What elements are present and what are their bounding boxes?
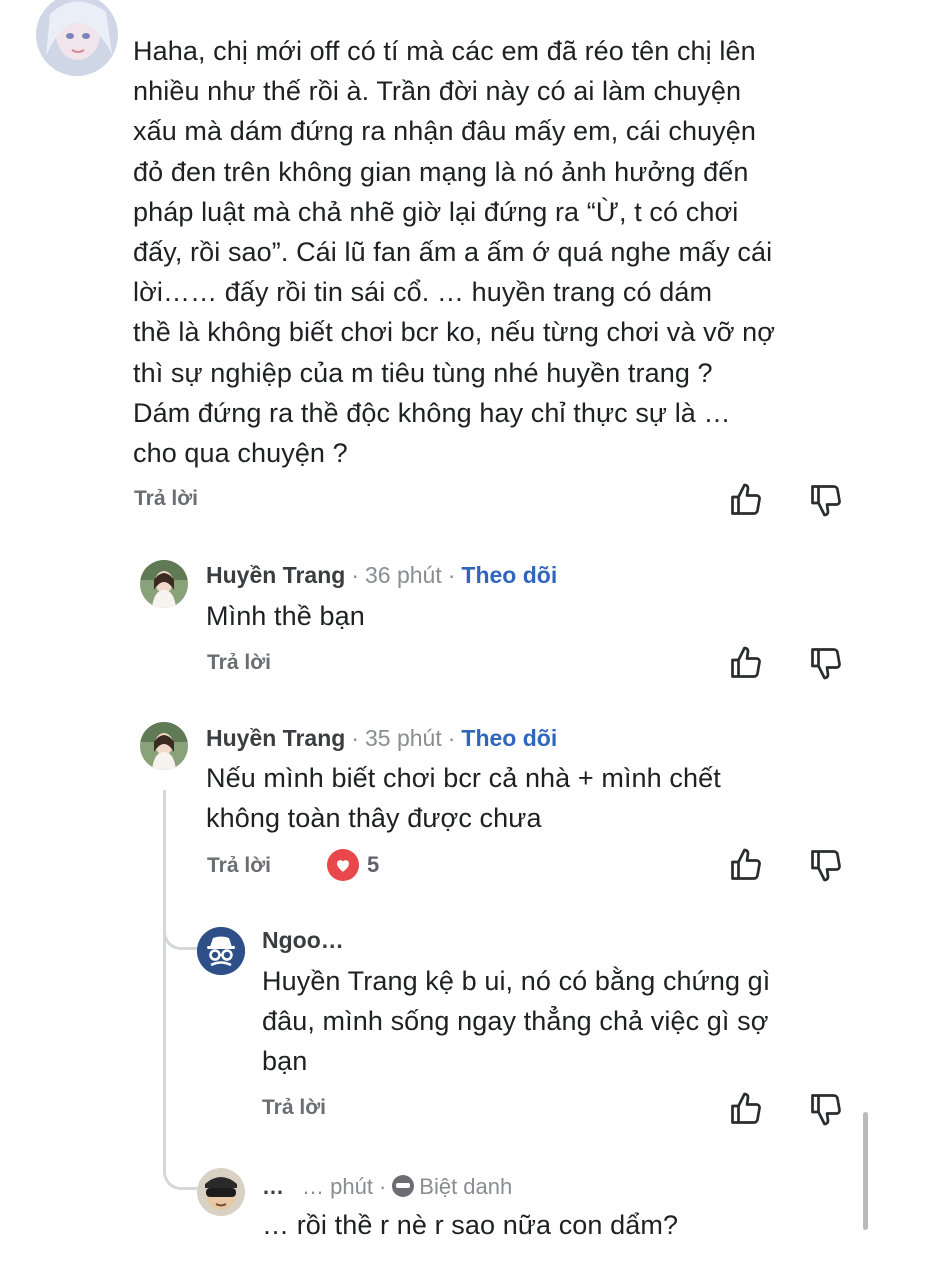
comment-line: nhiều như thế rồi à. Trần đời này có ai … xyxy=(133,76,742,107)
reply-button[interactable]: Trả lời xyxy=(134,487,198,511)
anonymous-avatar[interactable] xyxy=(197,927,245,975)
reply-avatar[interactable] xyxy=(140,560,188,608)
comment-line: không toàn thây được chưa xyxy=(206,803,542,834)
comment-line: bạn xyxy=(262,1046,308,1077)
comment-line: cho qua chuyện ? xyxy=(133,438,348,469)
author-name[interactable]: … xyxy=(262,1174,284,1200)
reaction-summary[interactable]: 5 xyxy=(327,849,379,881)
reply-button[interactable]: Trả lời xyxy=(207,854,271,878)
author-name[interactable]: Ngoo… xyxy=(262,927,344,954)
reply-text: Mình thề bạn xyxy=(206,596,365,636)
comment-line: pháp luật mà chả nhẽ giờ lại đứng ra “Ừ,… xyxy=(133,196,739,227)
reply-text: Nếu mình biết chơi bcr cả nhà + mình chế… xyxy=(206,758,721,838)
comment-line: đỏ đen trên không gian mạng là nó ảnh hư… xyxy=(133,156,749,187)
timestamp: … phút xyxy=(302,1174,373,1199)
timestamp: 35 phút xyxy=(364,725,442,751)
thumbs-down-icon[interactable] xyxy=(808,1091,844,1127)
thumbs-down-icon[interactable] xyxy=(808,645,844,681)
comment-line: … rồi thề r nè r sao nữa con dẩm? xyxy=(262,1210,679,1240)
separator: · xyxy=(447,725,456,751)
top-comment-text: Haha, chị mới off có tí mà các em đã réo… xyxy=(133,31,775,473)
separator: · xyxy=(447,562,456,588)
nickname-text: Biệt danh xyxy=(419,1174,513,1199)
timestamp: 36 phút xyxy=(364,562,442,588)
thread-connector xyxy=(163,920,197,950)
thumbs-up-icon[interactable] xyxy=(728,482,764,518)
reply-meta: … … phút · Biệt danh xyxy=(262,1172,512,1200)
comment-line: đấy, rồi sao”. Cái lũ fan ấm a ấm ớ quá … xyxy=(133,237,773,268)
thumbs-up-icon[interactable] xyxy=(728,847,764,883)
reply-meta: Huyền Trang · 35 phút · Theo dõi xyxy=(206,725,557,752)
reply-avatar[interactable] xyxy=(140,722,188,770)
comment-line: Haha, chị mới off có tí mà các em đã réo… xyxy=(133,36,756,66)
author-name[interactable]: Huyền Trang xyxy=(206,562,345,589)
thumbs-down-icon[interactable] xyxy=(808,847,844,883)
comment-line: Mình thề bạn xyxy=(206,601,365,631)
separator: · xyxy=(351,562,359,588)
author-name[interactable]: Huyền Trang xyxy=(206,725,345,752)
nickname-label[interactable]: Biệt danh xyxy=(392,1172,512,1200)
thread-line xyxy=(163,790,166,1170)
comment-line: lời…… đấy rồi tin sái cổ. … huyền trang … xyxy=(133,277,713,308)
reply-text: … rồi thề r nè r sao nữa con dẩm? xyxy=(262,1205,678,1245)
comment-line: Nếu mình biết chơi bcr cả nhà + mình chế… xyxy=(206,763,721,793)
thumbs-up-icon[interactable] xyxy=(728,1091,764,1127)
comment-line: xấu mà dám đứng ra nhận đâu mấy em, cái … xyxy=(133,116,757,147)
thumbs-up-icon[interactable] xyxy=(728,645,764,681)
nickname-icon xyxy=(392,1175,415,1197)
reply-button[interactable]: Trả lời xyxy=(262,1096,326,1120)
thread-connector xyxy=(163,1160,197,1190)
reply-button[interactable]: Trả lời xyxy=(207,651,271,675)
comment-line: Huyền Trang kệ b ui, nó có bằng chứng gì xyxy=(262,966,771,996)
follow-button[interactable]: Theo dõi xyxy=(461,725,557,752)
reply-meta: Ngoo… xyxy=(262,927,344,954)
thumbs-down-icon[interactable] xyxy=(808,482,844,518)
top-comment-avatar[interactable] xyxy=(36,0,118,76)
comment-line: Dám đứng ra thề độc không hay chỉ thực s… xyxy=(133,397,731,428)
scrollbar[interactable] xyxy=(863,1112,868,1230)
separator: · xyxy=(378,1174,387,1199)
reply-meta: Huyền Trang · 36 phút · Theo dõi xyxy=(206,562,557,589)
heart-icon xyxy=(327,849,359,881)
comment-line: thì sự nghiệp của m tiêu tùng nhé huyền … xyxy=(133,357,713,388)
separator: · xyxy=(351,725,359,751)
follow-button[interactable]: Theo dõi xyxy=(461,562,557,589)
reply-avatar[interactable] xyxy=(197,1168,245,1216)
reply-text: Huyền Trang kệ b ui, nó có bằng chứng gì… xyxy=(262,961,770,1082)
comment-line: thề là không biết chơi bcr ko, nếu từng … xyxy=(133,317,776,348)
comment-line: đâu, mình sống ngay thẳng chả việc gì sợ xyxy=(262,1006,769,1037)
reaction-count: 5 xyxy=(367,852,380,877)
